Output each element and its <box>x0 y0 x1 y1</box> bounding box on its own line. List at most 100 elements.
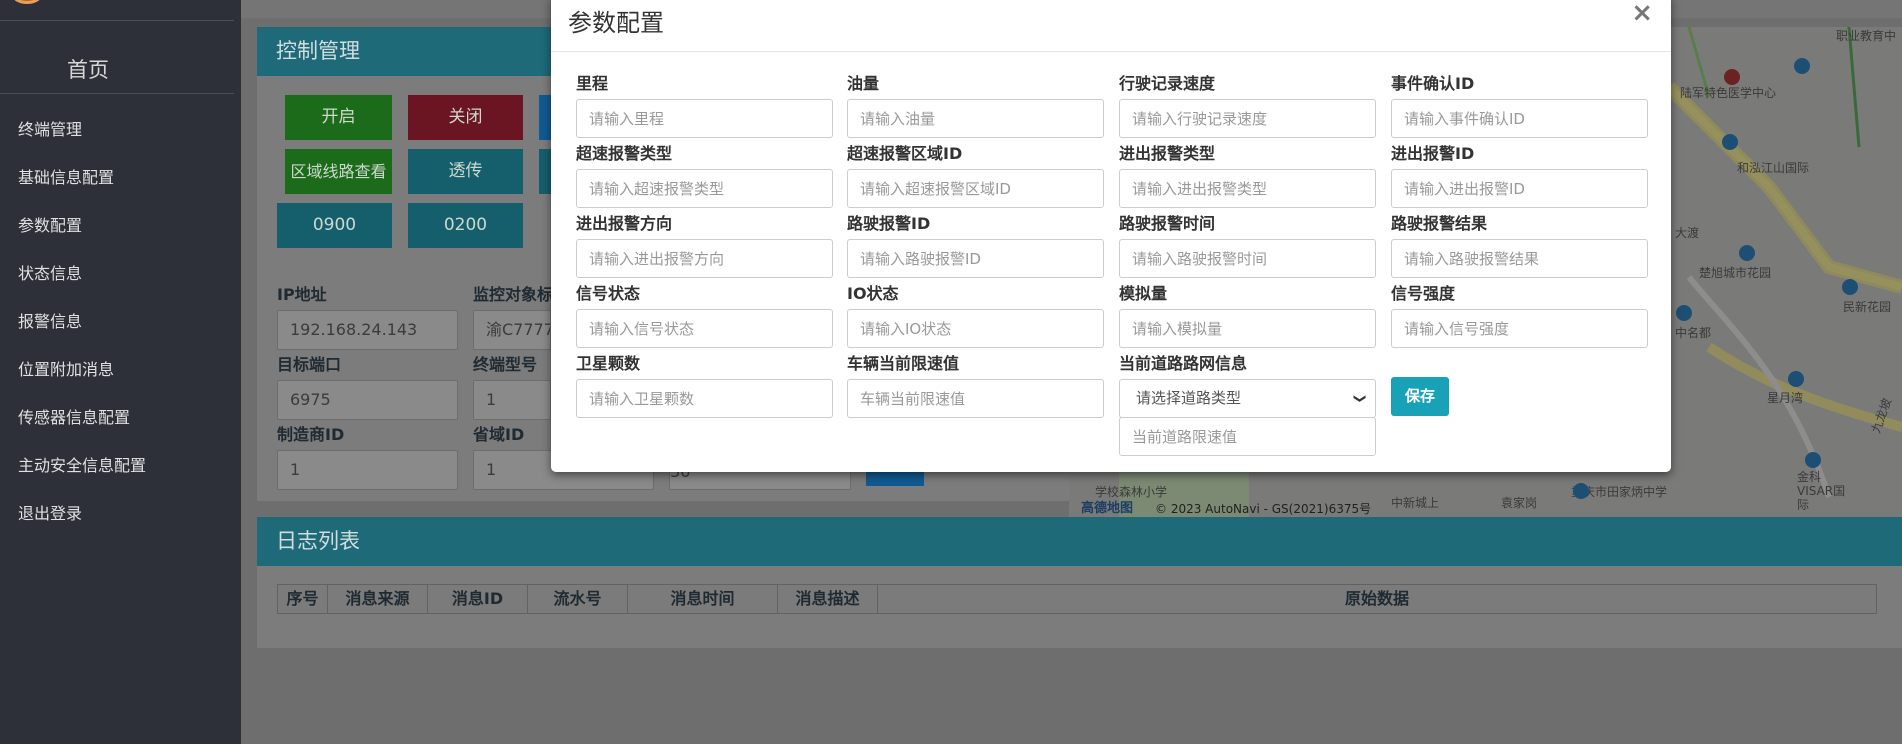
province-label: 省域ID <box>473 425 525 444</box>
close-button[interactable]: 关闭 <box>408 95 523 140</box>
map-pin-icon[interactable] <box>1794 58 1810 74</box>
inout-id-input[interactable] <box>1391 169 1648 208</box>
map-pin-icon[interactable] <box>1573 483 1589 499</box>
satellite-count-label: 卫星颗数 <box>576 354 641 373</box>
sidebar-home[interactable]: 首页 <box>0 54 176 84</box>
map-label: 和泓江山国际 <box>1737 161 1810 175</box>
modal-divider <box>551 51 1671 52</box>
satellite-count-input[interactable] <box>576 379 833 418</box>
area-route-button[interactable]: 区域线路查看 <box>285 149 392 194</box>
route-alarm-time-input[interactable] <box>1119 239 1376 278</box>
map-pin-icon[interactable] <box>1739 245 1755 261</box>
save-button[interactable]: 保存 <box>1391 377 1449 416</box>
log-table: 序号 消息来源 消息ID 流水号 消息时间 消息描述 原始数据 <box>277 584 1877 614</box>
map-label: 陆军特色医学中心 <box>1680 86 1777 100</box>
sidebar-item-status[interactable]: 状态信息 <box>18 260 82 284</box>
column-header: 消息来源 <box>328 585 428 613</box>
logo-icon <box>12 0 42 4</box>
monitor-field[interactable]: 渝C7777 <box>473 310 551 350</box>
map-pin-icon[interactable] <box>1676 305 1692 321</box>
route-alarm-result-label: 路驶报警结果 <box>1391 214 1488 233</box>
maker-label: 制造商ID <box>277 425 345 444</box>
model-field[interactable]: 1 <box>473 380 551 420</box>
overspeed-type-label: 超速报警类型 <box>576 144 673 163</box>
road-speed-limit-input[interactable] <box>1119 417 1376 456</box>
column-header: 序号 <box>278 585 328 613</box>
modal-title: 参数配置 <box>568 9 664 37</box>
route-alarm-id-input[interactable] <box>847 239 1104 278</box>
sidebar-item-position-extra[interactable]: 位置附加消息 <box>18 356 114 380</box>
event-id-label: 事件确认ID <box>1391 74 1475 93</box>
route-alarm-id-label: 路驶报警ID <box>847 214 931 233</box>
map-label: 职业教育中 <box>1836 29 1897 43</box>
sidebar-item-params[interactable]: 参数配置 <box>18 212 82 236</box>
map-label: 袁家岗 <box>1501 496 1538 510</box>
road-type-select[interactable]: 请选择道路类型 ❯ <box>1119 379 1376 418</box>
map-label: 中新城上 <box>1391 496 1440 510</box>
fuel-input[interactable] <box>847 99 1104 138</box>
b0900-button[interactable]: 0900 <box>277 203 392 248</box>
maker-field[interactable]: 1 <box>277 450 458 490</box>
record-speed-label: 行驶记录速度 <box>1119 74 1216 93</box>
road-type-select-value: 请选择道路类型 <box>1136 389 1242 407</box>
sidebar-item-active-safety[interactable]: 主动安全信息配置 <box>18 452 146 476</box>
sidebar-item-terminal[interactable]: 终端管理 <box>18 116 82 140</box>
record-speed-input[interactable] <box>1119 99 1376 138</box>
passthrough-button[interactable]: 透传 <box>408 149 523 194</box>
road-info-label: 当前道路路网信息 <box>1119 354 1248 373</box>
route-alarm-time-label: 路驶报警时间 <box>1119 214 1216 233</box>
overspeed-area-input[interactable] <box>847 169 1104 208</box>
overspeed-type-input[interactable] <box>576 169 833 208</box>
signal-status-label: 信号状态 <box>576 284 641 303</box>
map-pin-icon[interactable] <box>1805 452 1821 468</box>
hospital-icon[interactable] <box>1724 69 1740 85</box>
log-panel: 日志列表 <box>257 517 1902 648</box>
map-label: 大渡 <box>1675 226 1700 240</box>
map-pin-icon[interactable] <box>1722 134 1738 150</box>
analog-input[interactable] <box>1119 309 1376 348</box>
hidden-button[interactable] <box>539 95 551 140</box>
overspeed-area-label: 超速报警区域ID <box>847 144 963 163</box>
column-header: 原始数据 <box>1344 589 1409 608</box>
port-label: 目标端口 <box>277 355 342 374</box>
map-pin-icon[interactable] <box>1842 279 1858 295</box>
sidebar: 首页 终端管理 基础信息配置 参数配置 状态信息 报警信息 位置附加消息 传感器… <box>0 0 241 744</box>
ip-field[interactable]: 192.168.24.143 <box>277 310 458 350</box>
sidebar-item-basic-info[interactable]: 基础信息配置 <box>18 164 114 188</box>
sidebar-item-logout[interactable]: 退出登录 <box>18 500 82 524</box>
close-icon[interactable]: × <box>1631 0 1653 26</box>
io-status-input[interactable] <box>847 309 1104 348</box>
ip-label: IP地址 <box>277 285 327 304</box>
route-alarm-result-input[interactable] <box>1391 239 1648 278</box>
map-label: 楚旭城市花园 <box>1699 266 1772 280</box>
model-label: 终端型号 <box>473 355 538 374</box>
open-button[interactable]: 开启 <box>285 95 392 140</box>
vehicle-speed-limit-input[interactable] <box>847 379 1104 418</box>
port-field[interactable]: 6975 <box>277 380 458 420</box>
inout-type-input[interactable] <box>1119 169 1376 208</box>
io-status-label: IO状态 <box>847 284 899 303</box>
inout-direction-input[interactable] <box>576 239 833 278</box>
signal-strength-input[interactable] <box>1391 309 1648 348</box>
mileage-label: 里程 <box>576 74 609 93</box>
mileage-input[interactable] <box>576 99 833 138</box>
map-label: 中名都 <box>1675 326 1712 340</box>
sidebar-item-alarm[interactable]: 报警信息 <box>18 308 82 332</box>
inout-id-label: 进出报警ID <box>1391 144 1475 163</box>
map-label: 星月湾 <box>1767 391 1804 405</box>
sidebar-item-sensor[interactable]: 传感器信息配置 <box>18 404 130 428</box>
fuel-label: 油量 <box>847 74 880 93</box>
hidden-button[interactable] <box>539 149 551 194</box>
column-header: 流水号 <box>528 585 628 613</box>
vehicle-speed-limit-label: 车辆当前限速值 <box>847 354 960 373</box>
chevron-down-icon: ❯ <box>1353 393 1368 404</box>
sidebar-divider <box>0 20 234 21</box>
event-id-input[interactable] <box>1391 99 1648 138</box>
b0200-button[interactable]: 0200 <box>408 203 523 248</box>
map-copyright: © 2023 AutoNavi - GS(2021)6375号 <box>1155 502 1372 516</box>
inout-type-label: 进出报警类型 <box>1119 144 1216 163</box>
log-panel-title: 日志列表 <box>257 517 1902 566</box>
column-header: 消息ID <box>428 585 528 613</box>
signal-status-input[interactable] <box>576 309 833 348</box>
map-pin-icon[interactable] <box>1788 371 1804 387</box>
